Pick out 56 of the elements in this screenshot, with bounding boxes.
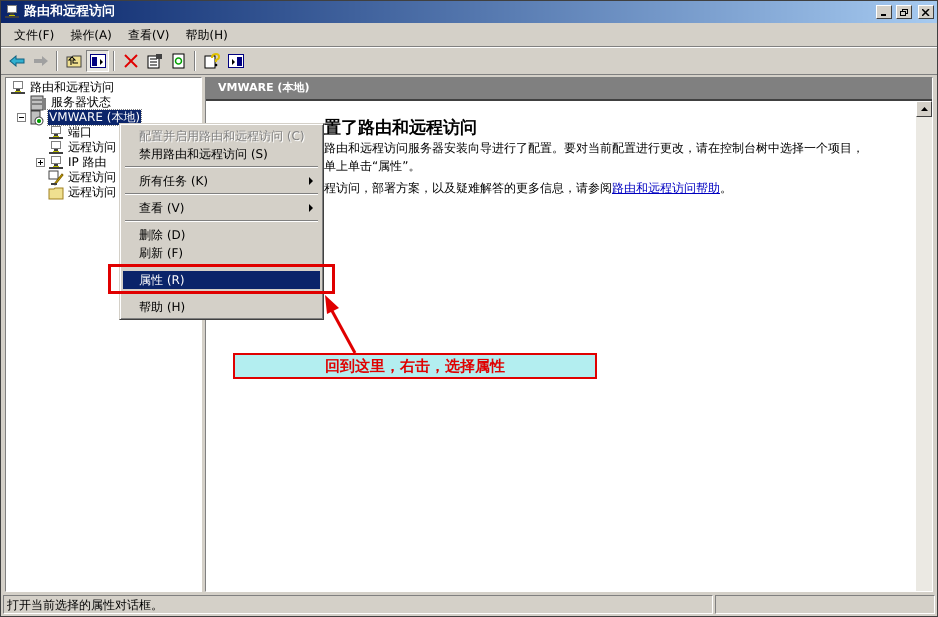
details-text: 程访问，部署方案，以及疑难解答的更多信息，请参阅路由和远程访问帮助。 (324, 180, 733, 197)
back-arrow-icon (8, 55, 24, 67)
menu-bar-item[interactable]: 操作(A) (63, 26, 119, 44)
computer-icon (48, 154, 64, 170)
menu-item[interactable]: 所有任务 (K) (123, 172, 320, 190)
computer-icon (48, 124, 64, 140)
refresh-icon (172, 53, 186, 69)
tree-item[interactable]: 路由和远程访问 (29, 80, 115, 95)
close-icon (922, 8, 930, 16)
menu-item[interactable]: 属性 (R) (123, 271, 320, 289)
server-icon (29, 110, 45, 126)
menu-bar-item[interactable]: 文件(F) (7, 26, 62, 44)
menu-item[interactable]: 禁用路由和远程访问 (S) (123, 145, 320, 163)
computer-icon (4, 4, 20, 20)
help-icon (204, 53, 220, 69)
minimize-button[interactable] (876, 5, 892, 19)
collapse-icon[interactable] (17, 113, 26, 122)
details-text: 路由和远程访问服务器安装向导进行了配置。要对当前配置进行更改，请在控制台树中选择一个项目， (324, 140, 865, 157)
server-icon (29, 94, 47, 110)
tree-item[interactable]: 远程访问 (67, 140, 117, 155)
scroll-up-icon (920, 107, 928, 111)
computer-icon (10, 80, 26, 96)
forward-arrow-icon (32, 55, 48, 67)
menu-item[interactable]: 删除 (D) (123, 226, 320, 244)
tree-item[interactable]: 远程访问 (67, 185, 117, 200)
computer-icon (48, 140, 64, 156)
delete-icon (124, 54, 138, 68)
status-text: 打开当前选择的属性对话框。 (3, 595, 713, 614)
menu-item[interactable]: 查看 (V) (123, 199, 320, 217)
folder-icon (48, 184, 64, 200)
scroll-up-button[interactable] (916, 101, 932, 117)
window-title: 路由和远程访问 (24, 2, 116, 22)
menu-item[interactable]: 帮助 (H) (123, 298, 320, 316)
tree-item[interactable]: IP 路由 (67, 155, 108, 170)
callout-text: 回到这里，右击，选择属性 (325, 356, 505, 377)
help-link[interactable]: 路由和远程访问帮助 (612, 181, 720, 195)
details-heading: 置了路由和远程访问 (324, 117, 478, 139)
tree-item[interactable]: 端口 (67, 125, 93, 140)
pane-title: VMWARE (本地) (218, 80, 310, 96)
properties-icon (146, 53, 162, 69)
restore-button[interactable] (896, 5, 912, 19)
close-button[interactable] (918, 5, 934, 19)
tree-item[interactable]: 远程访问 (67, 170, 117, 185)
menu-bar-item[interactable]: 帮助(H) (178, 26, 235, 44)
toggle-tree-button[interactable] (86, 50, 109, 72)
tree-item[interactable]: VMWARE (本地) (48, 110, 142, 125)
tree-item[interactable]: 服务器状态 (50, 95, 112, 110)
action-pane-icon (228, 54, 244, 68)
expand-icon[interactable] (36, 158, 45, 167)
details-text: 单上单击“属性”。 (324, 158, 422, 175)
menu-item[interactable]: 刷新 (F) (123, 244, 320, 262)
policy-icon (48, 170, 64, 186)
tree-pane-icon (90, 54, 106, 68)
up-folder-icon (66, 54, 82, 68)
restore-icon (900, 8, 908, 16)
menu-bar-item[interactable]: 查看(V) (120, 26, 176, 44)
